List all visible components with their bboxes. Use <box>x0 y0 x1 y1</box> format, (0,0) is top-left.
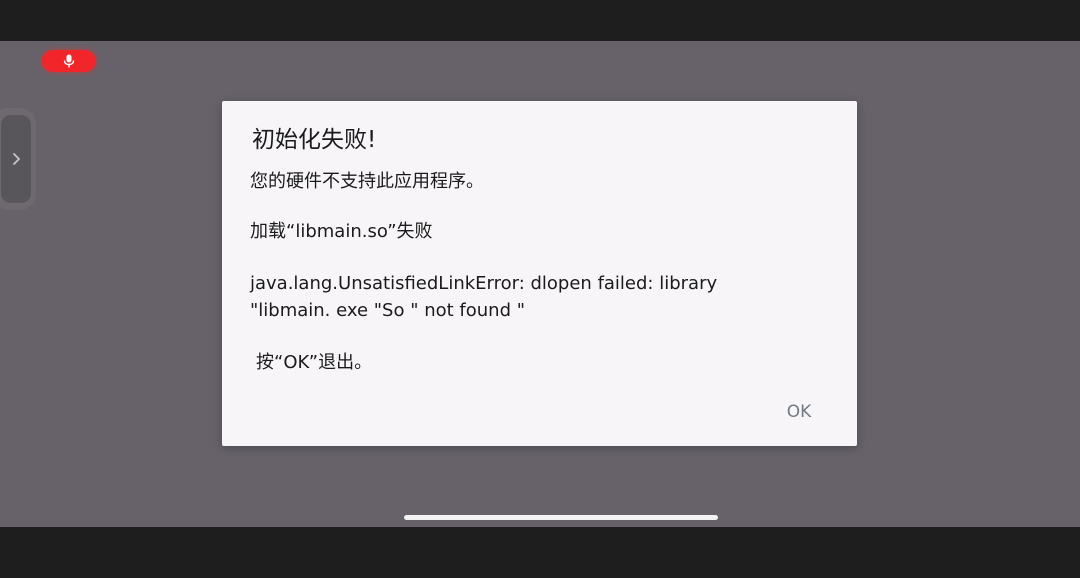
dialog-message-hardware: 您的硬件不支持此应用程序。 <box>250 171 484 192</box>
dialog-message-exit-hint: 按“OK”退出。 <box>256 352 373 373</box>
dialog-message-error-line-1: java.lang.UnsatisfiedLinkError: dlopen f… <box>250 273 718 294</box>
dialog-message-error-line-2: "libmain. exe "So " not found " <box>250 300 526 321</box>
microphone-icon <box>63 54 75 68</box>
dialog-title: 初始化失败! <box>252 127 377 153</box>
bottom-letterbox-bar <box>0 527 1080 578</box>
dialog-message-load-failed: 加载“libmain.so”失败 <box>250 221 433 242</box>
mic-recording-indicator[interactable] <box>42 50 96 72</box>
home-indicator[interactable] <box>404 515 718 520</box>
error-dialog: 初始化失败! 您的硬件不支持此应用程序。 加载“libmain.so”失败 ja… <box>222 101 857 446</box>
top-letterbox-bar <box>0 0 1080 41</box>
chevron-right-icon <box>13 153 20 165</box>
side-panel-handle-inner <box>1 115 31 203</box>
side-panel-handle[interactable] <box>0 108 36 210</box>
ok-button[interactable]: OK <box>770 397 828 427</box>
